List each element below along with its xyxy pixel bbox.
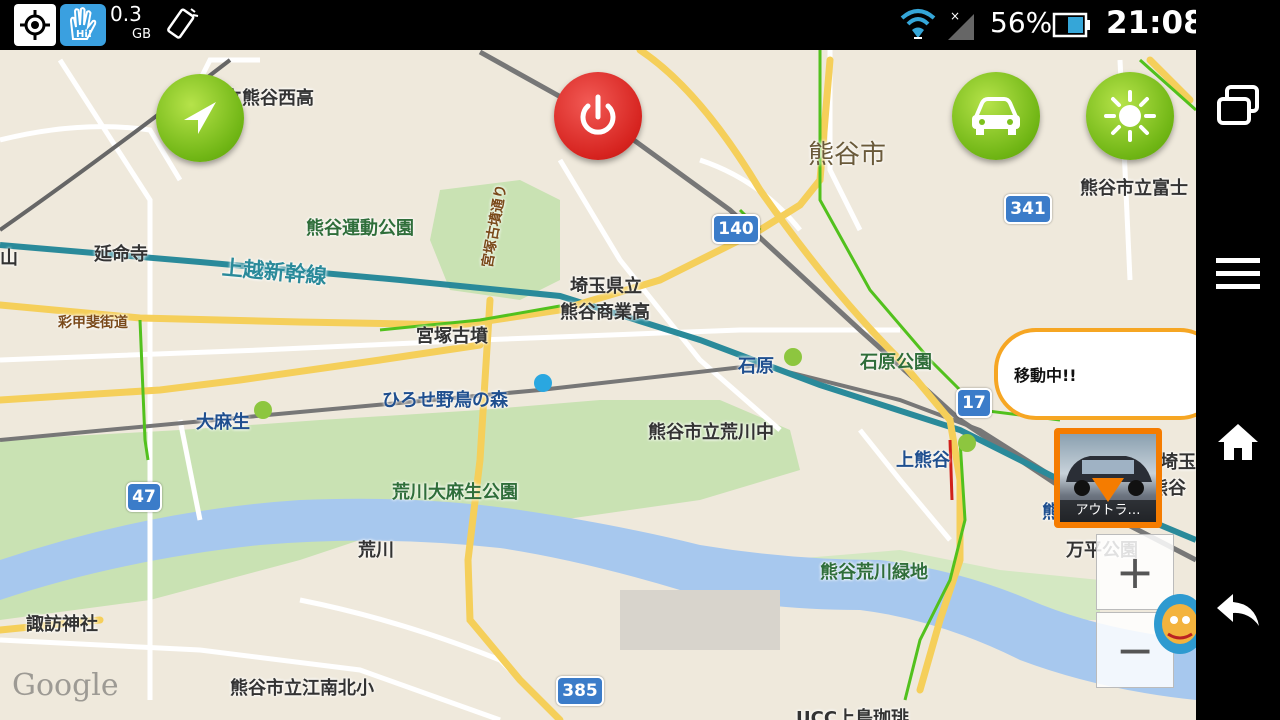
recent-apps-icon: [1217, 85, 1259, 125]
back-button[interactable]: [1210, 582, 1266, 638]
power-button[interactable]: [554, 72, 642, 160]
sun-icon: [1104, 90, 1156, 142]
route-shield-385: 385: [556, 676, 604, 706]
route-shield-140: 140: [712, 214, 760, 244]
route-shield-47: 47: [126, 482, 162, 512]
menu-icon: [1216, 258, 1260, 289]
power-icon: [580, 94, 616, 135]
plus-icon: +: [1115, 545, 1155, 599]
mascot-icon[interactable]: [1150, 590, 1196, 680]
clock: 21:08: [1106, 5, 1205, 41]
vehicle-pin-pointer: [1092, 478, 1124, 502]
map-label-city: 熊谷市: [808, 140, 887, 170]
svg-text:Hi!: Hi!: [76, 29, 92, 40]
map-label: 熊谷市立富士: [1080, 178, 1188, 199]
system-nav-bar: [1196, 0, 1280, 720]
recent-apps-button[interactable]: [1210, 78, 1266, 134]
wifi-icon: [896, 4, 940, 46]
map-label-station: 上熊谷: [896, 450, 950, 471]
home-button[interactable]: [1210, 414, 1266, 470]
car-button[interactable]: [952, 72, 1040, 160]
map-label-station: 石原: [738, 356, 774, 377]
map-label: 延命寺: [94, 244, 148, 265]
data-amount: 0.3: [110, 2, 142, 26]
hi-hand-app-icon: Hi!: [60, 4, 106, 46]
navigate-arrow-icon: [184, 102, 216, 134]
map-label-road: 彩甲斐街道: [58, 315, 128, 331]
map-label-station: ひろせ野鳥の森: [382, 390, 508, 411]
map-label: 熊谷市立荒川中: [648, 422, 774, 443]
route-shield-341: 341: [1004, 194, 1052, 224]
navigate-button[interactable]: [156, 74, 244, 162]
battery-icon: [1052, 4, 1092, 46]
battery-percent: 56%: [990, 6, 1053, 39]
google-attribution: Google: [12, 668, 119, 703]
gps-icon: [14, 4, 56, 46]
map-label: 埼玉県立: [570, 276, 642, 297]
svg-text:×: ×: [950, 9, 960, 23]
map-label: 山: [0, 248, 18, 269]
map-label-park: 石原公園: [860, 352, 932, 373]
minus-icon: −: [1115, 623, 1155, 677]
status-bubble: 移動中!!: [994, 328, 1196, 420]
map-label: 埼玉: [1160, 452, 1196, 473]
menu-button[interactable]: [1210, 246, 1266, 302]
home-icon: [1218, 424, 1258, 460]
status-bar: Hi! 0.3 GB × 56% 21:08: [0, 0, 1205, 50]
data-unit: GB: [132, 27, 151, 42]
map-label: UCC上島珈琲: [796, 708, 910, 720]
map-label-park: 荒川大麻生公園: [392, 482, 518, 503]
screen-rotate-icon: [158, 4, 204, 46]
back-icon: [1217, 594, 1259, 626]
map-label: 熊谷商業高: [560, 302, 650, 323]
route-shield-17: 17: [956, 388, 992, 418]
map-label-park: 熊谷荒川緑地: [820, 562, 928, 583]
map-label: 宮塚古墳: [416, 326, 488, 347]
map-label: 熊谷市立江南北小: [230, 678, 374, 699]
brightness-button[interactable]: [1086, 72, 1174, 160]
map-label-park: 熊谷運動公園: [306, 218, 414, 239]
map-label-station: 大麻生: [196, 412, 250, 433]
map-label: 諏訪神社: [26, 614, 98, 635]
car-icon: [972, 97, 1020, 135]
signal-icon: ×: [944, 4, 978, 46]
map-label-river: 荒川: [358, 540, 394, 561]
status-bubble-text: 移動中!!: [1014, 366, 1077, 385]
